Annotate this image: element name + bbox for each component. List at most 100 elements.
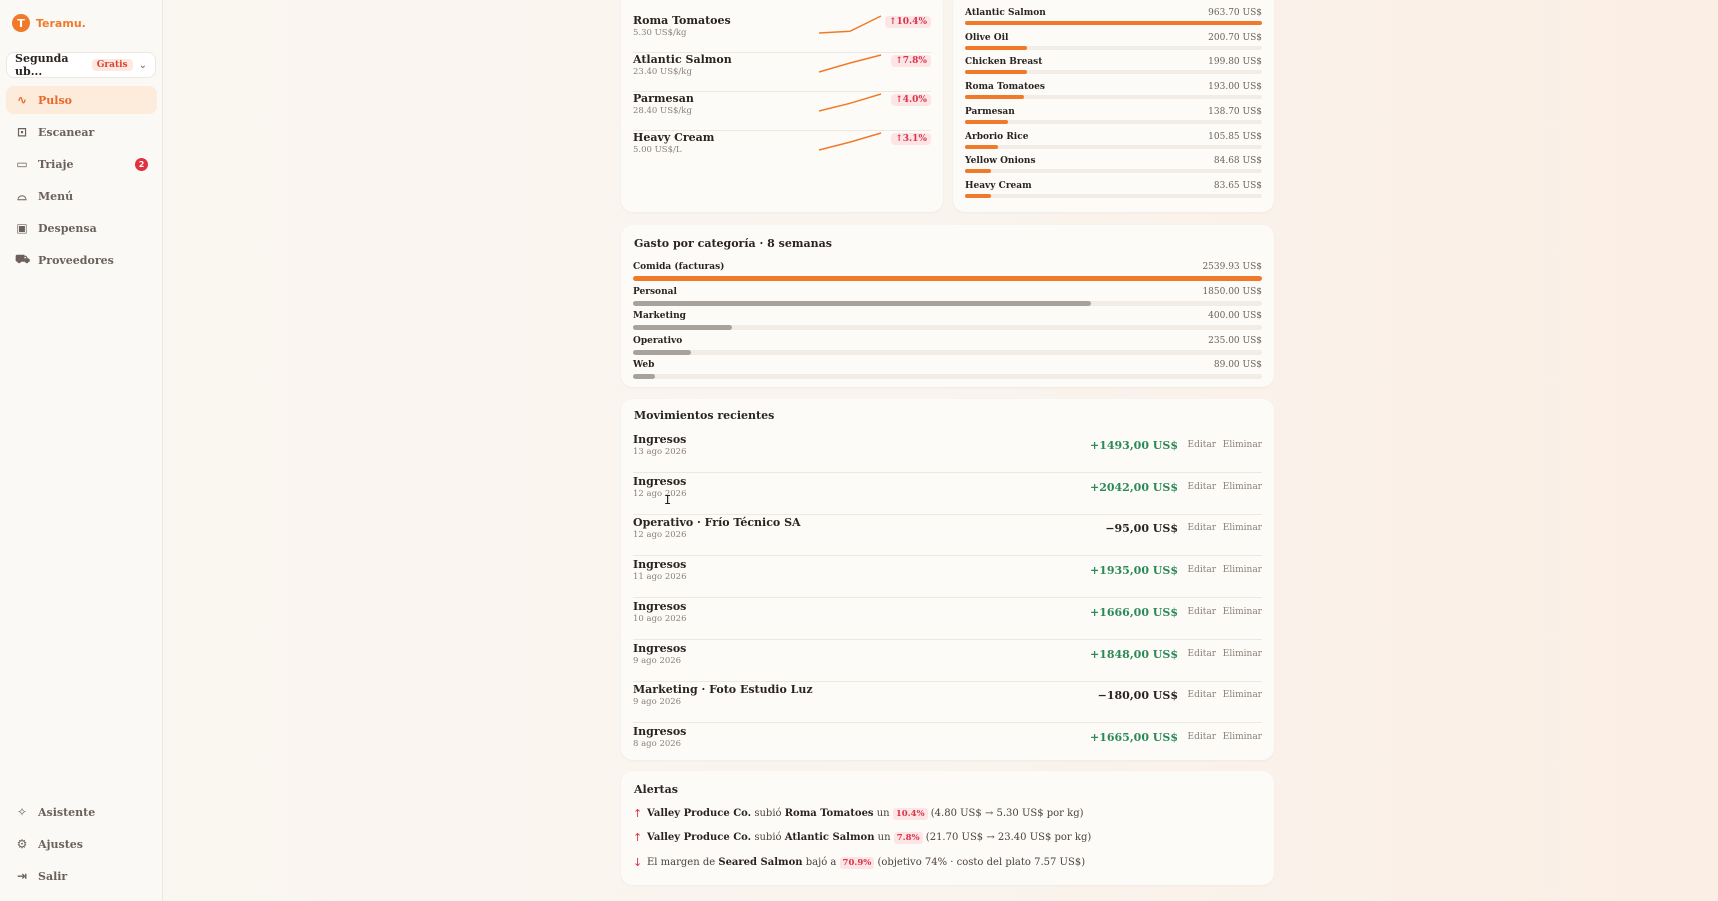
- ingredient-name: Heavy Cream: [965, 180, 1032, 191]
- delete-button[interactable]: Eliminar: [1223, 649, 1262, 659]
- edit-button[interactable]: Editar: [1188, 482, 1217, 492]
- movement-date: 13 ago 2026: [633, 447, 687, 457]
- movement-row: Marketing · Foto Estudio Luz 9 ago 2026 −1…: [633, 681, 1262, 724]
- price-change-badge: ↑4.0%: [891, 94, 931, 106]
- category-name: Personal: [633, 286, 677, 297]
- inbox-icon: ▭: [16, 157, 28, 171]
- alert-percent-badge: 70.9%: [839, 856, 875, 869]
- movement-title: Ingresos: [633, 641, 687, 655]
- spend-bar: [965, 21, 1262, 25]
- category-spend-row: Web 89.00 US$: [633, 360, 1262, 384]
- alert-text-part: subió: [751, 807, 785, 819]
- nav-item-menu[interactable]: ⌓ Menú: [6, 182, 157, 210]
- nav-item-label: Pulso: [38, 93, 72, 107]
- movement-row: Ingresos 11 ago 2026 +1935,00 US$ Editar Eli…: [633, 556, 1262, 599]
- nav-item-label: Despensa: [38, 221, 97, 235]
- edit-button[interactable]: Editar: [1188, 732, 1217, 742]
- arrow-up-icon: ↑: [633, 831, 643, 844]
- ingredient-price: 28.40 US$/kg: [633, 106, 692, 116]
- ingredient-spend-value: 83.65 US$: [1213, 180, 1262, 191]
- nav-item-label: Triaje: [38, 157, 74, 171]
- edit-button[interactable]: Editar: [1188, 607, 1217, 617]
- movements-title: Movimientos recientes: [634, 409, 775, 422]
- edit-button[interactable]: Editar: [1188, 440, 1217, 450]
- alert-text-part: Seared Salmon: [718, 856, 803, 868]
- ingredient-name: Atlantic Salmon: [633, 53, 732, 66]
- nav-item-pulso[interactable]: ∿ Pulso: [6, 86, 157, 114]
- nav-item-triaje[interactable]: ▭ Triaje 2: [6, 150, 157, 178]
- sparkline-line: [818, 54, 882, 73]
- location-switcher[interactable]: Segunda ub... Gratis ⌄: [6, 52, 156, 78]
- alert-text-part: un: [874, 832, 894, 843]
- movement-date: 11 ago 2026: [633, 572, 687, 583]
- edit-button[interactable]: Editar: [1188, 649, 1217, 659]
- spend-bar-track: [965, 21, 1262, 25]
- movement-title: Ingresos: [633, 433, 687, 446]
- ingredient-price: 5.30 US$/kg: [633, 28, 687, 38]
- ingredient-spend-card: Atlantic Salmon 963.70 US$ Olive Oil 200.70…: [953, 0, 1274, 212]
- movement-amount: +1666,00 US$: [1090, 605, 1178, 619]
- ingredient-spend-row: Parmesan 138.70 US$: [965, 107, 1262, 131]
- nav-item-salir[interactable]: ⇥ Salir: [6, 862, 157, 890]
- category-spend-value: 2539.93 US$: [1202, 262, 1262, 272]
- delete-button[interactable]: Eliminar: [1223, 440, 1262, 450]
- category-spend-row: Operativo 235.00 US$: [633, 336, 1262, 360]
- delete-button[interactable]: Eliminar: [1223, 732, 1262, 742]
- edit-button[interactable]: Editar: [1188, 523, 1217, 533]
- delete-button[interactable]: Eliminar: [1223, 523, 1262, 533]
- movement-amount: +1665,00 US$: [1090, 730, 1178, 744]
- nav-item-escanear[interactable]: ⊡ Escanear: [6, 118, 157, 146]
- scan-icon: ⊡: [16, 125, 28, 139]
- alert-text-part: (objetivo 74% · costo del plato 7.57 US$…: [874, 856, 1086, 868]
- ingredient-spend-value: 963.70 US$: [1208, 8, 1262, 18]
- pulse-icon: ∿: [16, 93, 28, 107]
- category-bar: [633, 374, 656, 380]
- edit-button[interactable]: Editar: [1188, 565, 1217, 575]
- alert-text-part: bajó a: [802, 856, 840, 868]
- notification-badge: 2: [135, 158, 148, 171]
- price-trends-card: Roma Tomatoes 5.30 US$/kg ↑10.4% Atlantic S…: [621, 0, 943, 212]
- sparkline-line: [818, 132, 882, 151]
- category-bar-track: [633, 325, 1262, 331]
- category-spend-card: Gasto por categoría · 8 semanas Comida (…: [621, 225, 1274, 387]
- sparkline-line: [818, 93, 882, 112]
- logo[interactable]: T Teramu.: [12, 14, 86, 32]
- delete-button[interactable]: Eliminar: [1223, 565, 1262, 575]
- alert-text-part: (21.70 US$ → 23.40 US$ por kg): [922, 832, 1092, 843]
- ingredient-name: Parmesan: [633, 92, 694, 105]
- alert-text-part: El margen de: [647, 856, 719, 868]
- price-change-badge: ↑7.8%: [891, 55, 931, 67]
- nav-item-asistente[interactable]: ✧ Asistente: [6, 798, 157, 826]
- price-trend-row[interactable]: Roma Tomatoes 5.30 US$/kg ↑10.4%: [633, 14, 931, 53]
- spend-bar: [965, 70, 1027, 75]
- category-spend-value: 235.00 US$: [1208, 335, 1262, 346]
- price-trend-row[interactable]: Heavy Cream 5.00 US$/L ↑3.1%: [633, 131, 931, 170]
- nav-item-ajustes[interactable]: ⚙ Ajustes: [6, 830, 157, 858]
- ingredient-name: Chicken Breast: [965, 57, 1043, 68]
- nav-item-despensa[interactable]: ▣ Despensa: [6, 214, 157, 242]
- edit-button[interactable]: Editar: [1188, 690, 1217, 700]
- nav-item-label: Escanear: [38, 125, 95, 139]
- nav-item-proveedores[interactable]: ⛟ Proveedores: [6, 246, 157, 274]
- arrow-up-icon: ↑: [633, 806, 643, 820]
- price-trend-row[interactable]: Parmesan 28.40 US$/kg ↑4.0%: [633, 92, 931, 131]
- delete-button[interactable]: Eliminar: [1223, 607, 1262, 617]
- spend-bar-track: [965, 169, 1262, 174]
- spend-bar-track: [965, 95, 1262, 100]
- delete-button[interactable]: Eliminar: [1223, 690, 1262, 700]
- spend-bar-track: [965, 70, 1262, 75]
- nav-item-label: Ajustes: [38, 837, 83, 851]
- category-name: Marketing: [633, 311, 686, 322]
- price-trend-row[interactable]: Atlantic Salmon 23.40 US$/kg ↑7.8%: [633, 53, 931, 92]
- category-spend-row: Marketing 400.00 US$: [633, 311, 1262, 335]
- alert-text-part: Valley Produce Co.: [647, 832, 752, 843]
- delete-button[interactable]: Eliminar: [1223, 482, 1262, 492]
- ingredient-name: Roma Tomatoes: [633, 14, 731, 27]
- movement-row: Ingresos 12 ago 2026 +2042,00 US$ Editar Eli…: [633, 473, 1262, 515]
- plan-badge: Gratis: [91, 59, 133, 71]
- ingredient-spend-row: Arborio Rice 105.85 US$: [965, 132, 1262, 156]
- movement-date: 12 ago 2026: [633, 488, 687, 499]
- ingredient-spend-row: Atlantic Salmon 963.70 US$: [965, 8, 1262, 32]
- movement-row: Ingresos 9 ago 2026 +1848,00 US$ Editar Elim…: [633, 640, 1262, 682]
- alert-text: El margen de Seared Salmon bajó a 70.9% …: [647, 856, 1086, 869]
